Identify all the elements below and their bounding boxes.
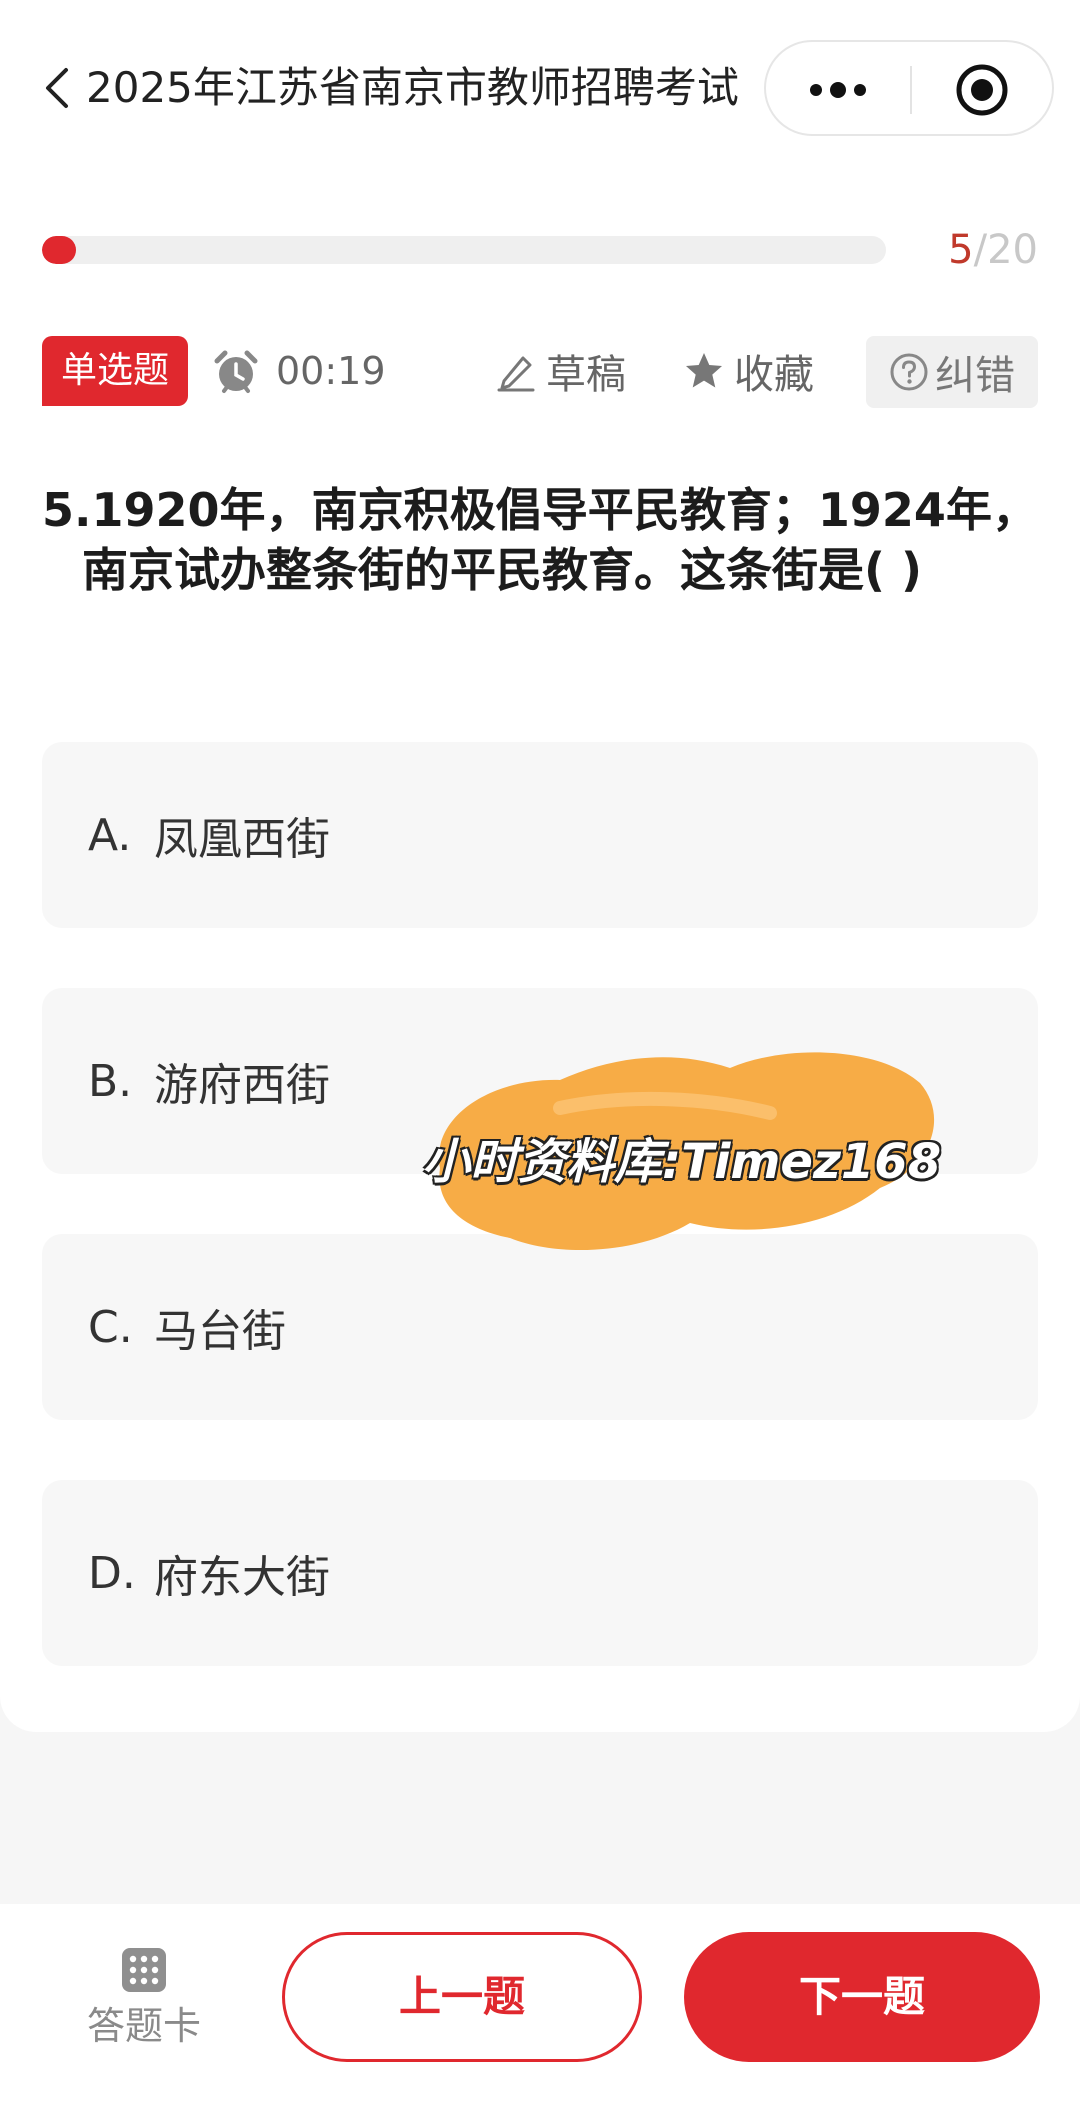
progress-bar	[42, 236, 886, 264]
option-text: 马台街	[154, 1306, 286, 1357]
alarm-clock-icon	[214, 350, 258, 393]
question-card: 2025年江苏省南京市教师招聘考试 5/20 单选题 00:19 草稿 收藏 纠…	[0, 0, 1080, 1732]
option-text: 游府西街	[154, 1060, 330, 1111]
bottom-toolbar: 答题卡 上一题 下一题	[0, 1904, 1080, 2101]
option-letter: C.	[88, 1301, 133, 1353]
previous-question-button[interactable]: 上一题	[282, 1932, 642, 2062]
report-error-button[interactable]: 纠错	[866, 336, 1038, 408]
option-letter: B.	[88, 1055, 133, 1107]
progress-counter: 5/20	[948, 222, 1038, 278]
progress-current: 5	[948, 227, 974, 273]
answer-card-grid-icon[interactable]	[122, 1948, 166, 1992]
page-title: 2025年江苏省南京市教师招聘考试	[86, 63, 739, 112]
report-label: 纠错	[935, 353, 1015, 399]
next-question-button[interactable]: 下一题	[684, 1932, 1040, 2062]
chevron-left-icon[interactable]	[40, 66, 74, 110]
draft-label: 草稿	[546, 352, 626, 398]
watermark-text: 小时资料库:Timez168	[422, 1134, 942, 1190]
favorite-label: 收藏	[734, 352, 814, 398]
progress-total: 20	[987, 227, 1038, 273]
timer-text: 00:19	[276, 349, 386, 393]
star-icon	[686, 353, 722, 388]
question-text: 5.1920年，南京积极倡导平民教育；1924年，南京试办整条街的平民教育。这条…	[42, 483, 1038, 597]
progress-fill	[42, 236, 76, 264]
draft-button[interactable]: 草稿	[494, 340, 626, 402]
favorite-button[interactable]: 收藏	[682, 340, 814, 402]
mini-program-capsule	[764, 40, 1054, 136]
progress-separator: /	[973, 227, 988, 273]
more-dots-icon[interactable]	[806, 78, 870, 102]
option-text: 府东大街	[154, 1552, 330, 1603]
option-a[interactable]: A. 凤凰西街	[42, 742, 1038, 928]
answer-card-label[interactable]: 答题卡	[84, 2000, 204, 2052]
question-circle-icon	[890, 353, 928, 391]
option-text: 凤凰西街	[154, 814, 330, 865]
question-type-badge: 单选题	[42, 336, 188, 406]
option-letter: D.	[88, 1547, 136, 1599]
option-d[interactable]: D. 府东大街	[42, 1480, 1038, 1666]
target-close-icon[interactable]	[954, 62, 1010, 118]
option-letter: A.	[88, 809, 132, 861]
capsule-divider	[910, 66, 912, 114]
option-c[interactable]: C. 马台街	[42, 1234, 1038, 1420]
pencil-icon	[497, 356, 535, 392]
